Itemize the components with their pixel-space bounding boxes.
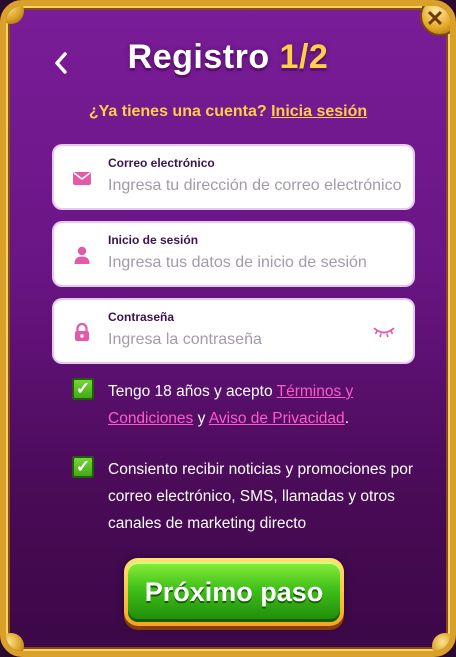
marketing-checkbox[interactable]: ✓ <box>72 456 94 478</box>
privacy-link[interactable]: Aviso de Privacidad <box>209 410 345 427</box>
login-label: Inicio de sesión <box>108 233 199 247</box>
password-input[interactable]: Ingresa la contraseña <box>108 331 262 349</box>
email-label: Correo electrónico <box>108 156 215 170</box>
title-text: Registro <box>127 38 270 76</box>
age-consent-text: Tengo 18 años y acepto Términos y Condic… <box>108 378 413 432</box>
marketing-consent-text: Consiento recibir noticias y promociones… <box>108 461 413 532</box>
age-text-after: . <box>344 410 349 427</box>
envelope-icon <box>73 172 91 185</box>
login-field[interactable]: Inicio de sesión Ingresa tus datos de in… <box>54 223 413 285</box>
eye-closed-icon[interactable] <box>373 326 395 338</box>
account-prompt-text: ¿Ya tienes una cuenta? <box>88 103 267 120</box>
close-button[interactable]: ✕ <box>420 6 450 36</box>
password-label: Contraseña <box>108 310 175 324</box>
frame-corner-ornament <box>432 633 450 651</box>
login-link[interactable]: Inicia sesión <box>271 103 367 120</box>
frame-corner-ornament <box>6 633 24 651</box>
email-input[interactable]: Ingresa tu dirección de correo electróni… <box>108 177 402 195</box>
email-field[interactable]: Correo electrónico Ingresa tu dirección … <box>54 146 413 208</box>
close-icon: ✕ <box>425 6 445 31</box>
login-input[interactable]: Ingresa tus datos de inicio de sesión <box>108 254 367 272</box>
registration-modal: ✕ Registro 1/2 ¿Ya tienes una cuenta? In… <box>0 0 456 657</box>
checkmark-icon: ✓ <box>75 379 91 398</box>
next-step-button[interactable]: Próximo paso <box>124 558 344 626</box>
frame-corner-ornament <box>6 6 24 24</box>
password-field[interactable]: Contraseña Ingresa la contraseña <box>54 300 413 362</box>
age-checkbox[interactable]: ✓ <box>72 378 94 400</box>
age-text-middle: y <box>197 410 206 427</box>
age-text-before: Tengo 18 años y acepto <box>108 383 273 400</box>
step-indicator: 1/2 <box>279 38 329 76</box>
next-step-label: Próximo paso <box>128 562 340 622</box>
checkmark-icon: ✓ <box>75 457 91 476</box>
lock-icon <box>75 322 89 341</box>
page-title: Registro 1/2 <box>6 38 450 77</box>
account-prompt: ¿Ya tienes una cuenta? Inicia sesión <box>6 103 450 121</box>
user-icon <box>74 246 90 264</box>
